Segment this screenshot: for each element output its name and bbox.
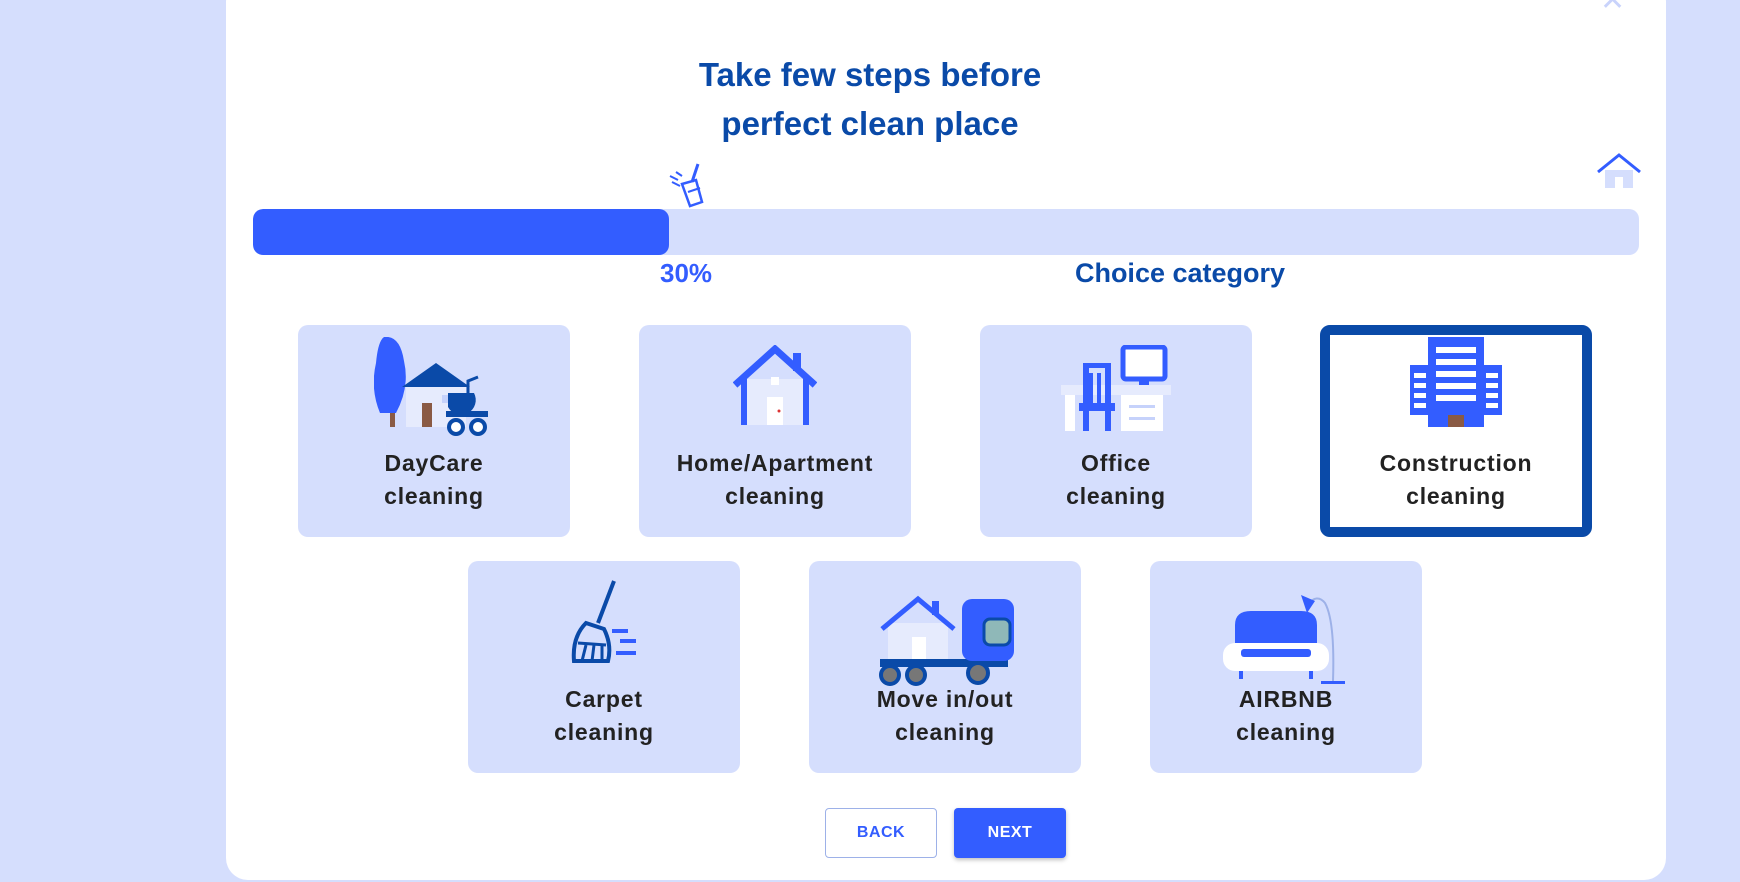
category-airbnb[interactable]: AIRBNB cleaning	[1150, 561, 1422, 773]
title-line-1: Take few steps before	[698, 56, 1042, 93]
progress-fill	[253, 209, 669, 255]
house-icon	[1597, 153, 1641, 188]
category-label: Construction cleaning	[1379, 450, 1533, 509]
category-move-in-out[interactable]: Move in/out cleaning	[809, 561, 1081, 773]
next-button[interactable]: NEXT	[954, 808, 1066, 858]
category-label: Office cleaning	[1066, 450, 1166, 509]
step-label: Choice category	[1074, 258, 1286, 288]
broom-icon	[669, 163, 704, 208]
category-label: Move in/out cleaning	[876, 686, 1014, 745]
category-home-apartment[interactable]: Home/Apartment cleaning	[639, 325, 911, 537]
category-label: Home/Apartment cleaning	[676, 450, 874, 509]
category-label: Carpet cleaning	[554, 686, 654, 745]
close-icon[interactable]: ✕	[1600, 0, 1625, 16]
office-icon	[1061, 345, 1171, 431]
page-title: Take few steps before perfect clean plac…	[0, 50, 1740, 148]
category-construction[interactable]: Construction cleaning	[1320, 325, 1592, 537]
sofa-lamp-icon	[1223, 595, 1345, 684]
category-office[interactable]: Office cleaning	[980, 325, 1252, 537]
category-label: AIRBNB cleaning	[1236, 686, 1336, 745]
title-line-2: perfect clean place	[721, 105, 1019, 142]
home-icon	[733, 345, 817, 425]
building-icon	[1410, 337, 1502, 427]
category-carpet[interactable]: Carpet cleaning	[468, 561, 740, 773]
daycare-icon	[374, 337, 488, 436]
back-button[interactable]: BACK	[825, 808, 937, 858]
progress-percent: 30%	[660, 258, 713, 288]
progress-bar	[253, 209, 1639, 255]
category-label: DayCare cleaning	[384, 450, 484, 509]
moving-truck-icon	[879, 595, 1014, 686]
broom-icon	[571, 580, 636, 663]
category-daycare[interactable]: DayCare cleaning	[298, 325, 570, 537]
